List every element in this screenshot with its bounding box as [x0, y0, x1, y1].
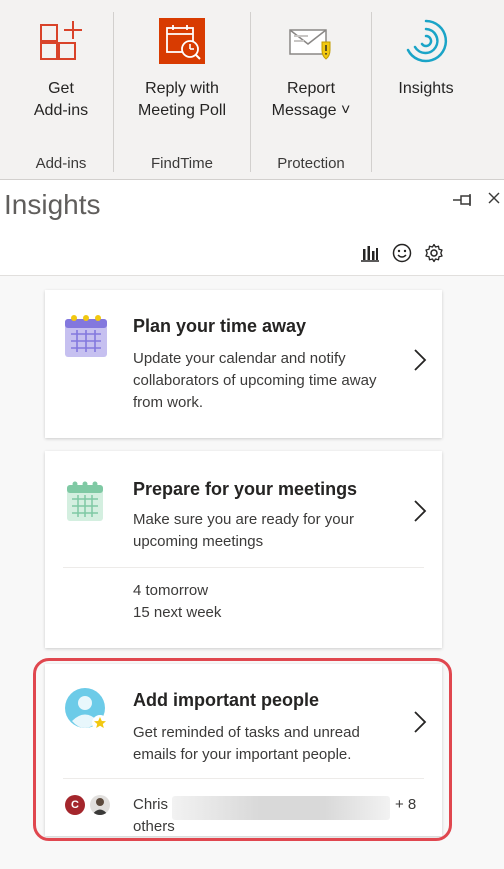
report-message-label: Report Message ˅ — [271, 80, 351, 119]
get-add-ins-button[interactable]: Get Add-ins — [22, 18, 100, 122]
card-divider — [63, 567, 424, 568]
reply-with-meeting-poll-label: Reply with Meeting Poll — [137, 80, 227, 119]
group-label-add-ins: Add-ins — [35, 155, 87, 172]
group-separator — [113, 12, 114, 172]
report-message-icon — [288, 18, 334, 64]
insights-icon — [403, 18, 449, 64]
card-prepare-meetings[interactable]: Prepare for your meetings Make sure you … — [45, 451, 442, 648]
meetings-tomorrow: 4 tomorrow — [133, 582, 209, 599]
card-plan-time-away[interactable]: Plan your time away Update your calendar… — [45, 290, 442, 438]
chevron-right-icon — [413, 499, 427, 523]
calendar-plan-icon — [63, 312, 111, 360]
get-add-ins-label: Get Add-ins — [33, 80, 89, 119]
calendar-meetings-icon — [63, 479, 111, 527]
pane-title: Insights — [4, 189, 101, 220]
insights-label: Insights — [398, 80, 454, 97]
card-title: Add important people — [133, 690, 319, 710]
person-star-icon — [63, 686, 111, 734]
group-label-protection: Protection — [277, 155, 345, 172]
insights-button[interactable]: Insights — [390, 18, 462, 100]
card-divider — [63, 778, 424, 779]
group-label-findtime: FindTime — [151, 155, 213, 172]
meetings-next-week: 15 next week — [133, 604, 222, 621]
avatar — [90, 795, 110, 815]
others-label: others — [133, 818, 175, 835]
get-add-ins-icon — [38, 18, 84, 64]
chart-icon[interactable] — [360, 243, 380, 263]
more-people-count: + 8 — [395, 796, 417, 813]
meeting-poll-icon — [159, 18, 205, 64]
pin-icon[interactable] — [452, 192, 476, 213]
group-separator — [250, 12, 251, 172]
gear-icon[interactable] — [424, 243, 444, 263]
report-message-button[interactable]: Report Message ˅ — [266, 18, 356, 122]
chevron-right-icon — [413, 348, 427, 372]
card-title: Prepare for your meetings — [133, 479, 358, 499]
group-separator — [371, 12, 372, 172]
smiley-icon[interactable] — [392, 243, 412, 263]
ribbon: Get Add-ins Add-ins Reply with Meeting P… — [0, 0, 504, 180]
redacted-names — [172, 796, 390, 820]
card-description: Get reminded of tasks and unread emails … — [133, 724, 360, 763]
card-description: Make sure you are ready for your upcomin… — [133, 511, 354, 550]
avatar: C — [65, 795, 85, 815]
card-description: Update your calendar and notify collabor… — [133, 350, 377, 411]
reply-with-meeting-poll-button[interactable]: Reply with Meeting Poll — [128, 18, 236, 122]
chevron-right-icon — [413, 710, 427, 734]
card-title: Plan your time away — [133, 316, 307, 336]
important-person-name: Chris — [133, 796, 169, 813]
insights-content: Plan your time away Update your calendar… — [0, 276, 504, 869]
close-icon[interactable] — [488, 191, 500, 210]
